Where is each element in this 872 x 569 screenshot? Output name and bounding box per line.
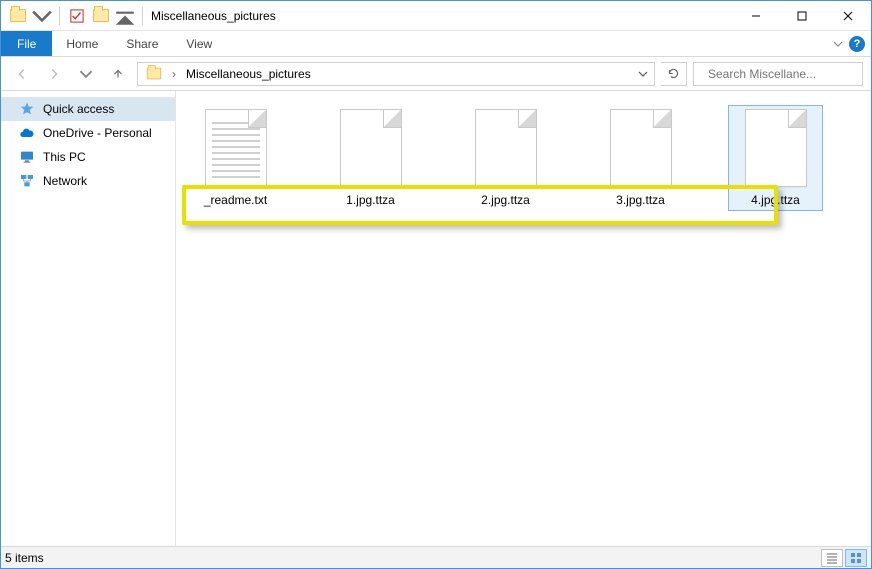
star-icon xyxy=(19,101,35,117)
blank-file-icon xyxy=(340,109,402,187)
file-item[interactable]: 1.jpg.ttza xyxy=(323,105,418,211)
window-title: Miscellaneous_pictures xyxy=(151,9,276,23)
sidebar-item-this-pc[interactable]: This PC xyxy=(1,145,175,169)
back-button[interactable] xyxy=(9,61,35,87)
file-item[interactable]: _readme.txt xyxy=(188,105,283,211)
separator xyxy=(142,7,143,25)
body: Quick access OneDrive - Personal This PC… xyxy=(1,91,871,546)
tab-view[interactable]: View xyxy=(172,31,226,56)
network-icon xyxy=(19,173,35,189)
large-icons-view-button[interactable] xyxy=(845,549,867,567)
refresh-button[interactable] xyxy=(661,62,687,86)
file-label: 4.jpg.ttza xyxy=(751,193,800,207)
help-icon[interactable]: ? xyxy=(849,36,865,52)
properties-checkbox-icon[interactable] xyxy=(66,5,88,27)
status-bar: 5 items xyxy=(1,546,871,568)
qat-dropdown[interactable] xyxy=(31,5,53,27)
details-view-button[interactable] xyxy=(821,549,843,567)
maximize-button[interactable] xyxy=(779,1,825,30)
files-container: _readme.txt 1.jpg.ttza 2.jpg.ttza 3.jpg.ttz… xyxy=(188,105,859,211)
sidebar-item-label: Quick access xyxy=(43,102,114,116)
sidebar-item-network[interactable]: Network xyxy=(1,169,175,193)
search-input[interactable] xyxy=(706,66,865,82)
cloud-icon xyxy=(19,125,35,141)
item-count: 5 items xyxy=(5,551,44,565)
text-file-icon xyxy=(205,109,267,187)
explorer-window: Miscellaneous_pictures File Home Share V… xyxy=(0,0,872,569)
blank-file-icon xyxy=(745,109,807,187)
sidebar-item-onedrive[interactable]: OneDrive - Personal xyxy=(1,121,175,145)
up-button[interactable] xyxy=(105,61,131,87)
sidebar-item-label: OneDrive - Personal xyxy=(43,126,152,140)
chevron-down-icon xyxy=(31,5,53,27)
navigation-bar: › Miscellaneous_pictures xyxy=(1,57,871,91)
quick-access-toolbar xyxy=(1,5,147,27)
address-history-dropdown[interactable] xyxy=(634,69,652,79)
file-item[interactable]: 2.jpg.ttza xyxy=(458,105,553,211)
file-label: 2.jpg.ttza xyxy=(481,193,530,207)
chevron-right-icon: › xyxy=(172,67,176,81)
file-label: _readme.txt xyxy=(204,193,267,207)
blank-file-icon xyxy=(475,109,537,187)
close-button[interactable] xyxy=(825,1,871,30)
folder-icon[interactable] xyxy=(90,5,112,27)
tab-share[interactable]: Share xyxy=(112,31,172,56)
file-tab[interactable]: File xyxy=(1,31,52,56)
recent-locations-button[interactable] xyxy=(73,61,99,87)
qat-customize[interactable] xyxy=(114,5,136,27)
sidebar-item-label: Network xyxy=(43,174,87,188)
chevron-down-icon xyxy=(114,5,136,27)
file-item[interactable]: 3.jpg.ttza xyxy=(593,105,688,211)
navigation-pane: Quick access OneDrive - Personal This PC… xyxy=(1,91,176,546)
tab-home[interactable]: Home xyxy=(52,31,112,56)
breadcrumb-item[interactable]: Miscellaneous_pictures xyxy=(180,63,317,85)
blank-file-icon xyxy=(610,109,672,187)
sidebar-item-quick-access[interactable]: Quick access xyxy=(1,97,175,121)
titlebar: Miscellaneous_pictures xyxy=(1,1,871,31)
address-bar[interactable]: › Miscellaneous_pictures xyxy=(137,62,655,86)
file-list-pane[interactable]: _readme.txt 1.jpg.ttza 2.jpg.ttza 3.jpg.ttz… xyxy=(176,91,871,546)
file-item[interactable]: 4.jpg.ttza xyxy=(728,105,823,211)
forward-button[interactable] xyxy=(41,61,67,87)
folder-icon xyxy=(140,63,168,85)
sidebar-item-label: This PC xyxy=(43,150,86,164)
ribbon-tabs: File Home Share View ? xyxy=(1,31,871,57)
search-box[interactable] xyxy=(693,62,863,86)
monitor-icon xyxy=(19,149,35,165)
window-controls xyxy=(733,1,871,30)
separator xyxy=(59,7,60,25)
folder-icon[interactable] xyxy=(7,5,29,27)
file-label: 3.jpg.ttza xyxy=(616,193,665,207)
file-label: 1.jpg.ttza xyxy=(346,193,395,207)
ribbon-collapse-icon[interactable] xyxy=(833,39,843,49)
minimize-button[interactable] xyxy=(733,1,779,30)
